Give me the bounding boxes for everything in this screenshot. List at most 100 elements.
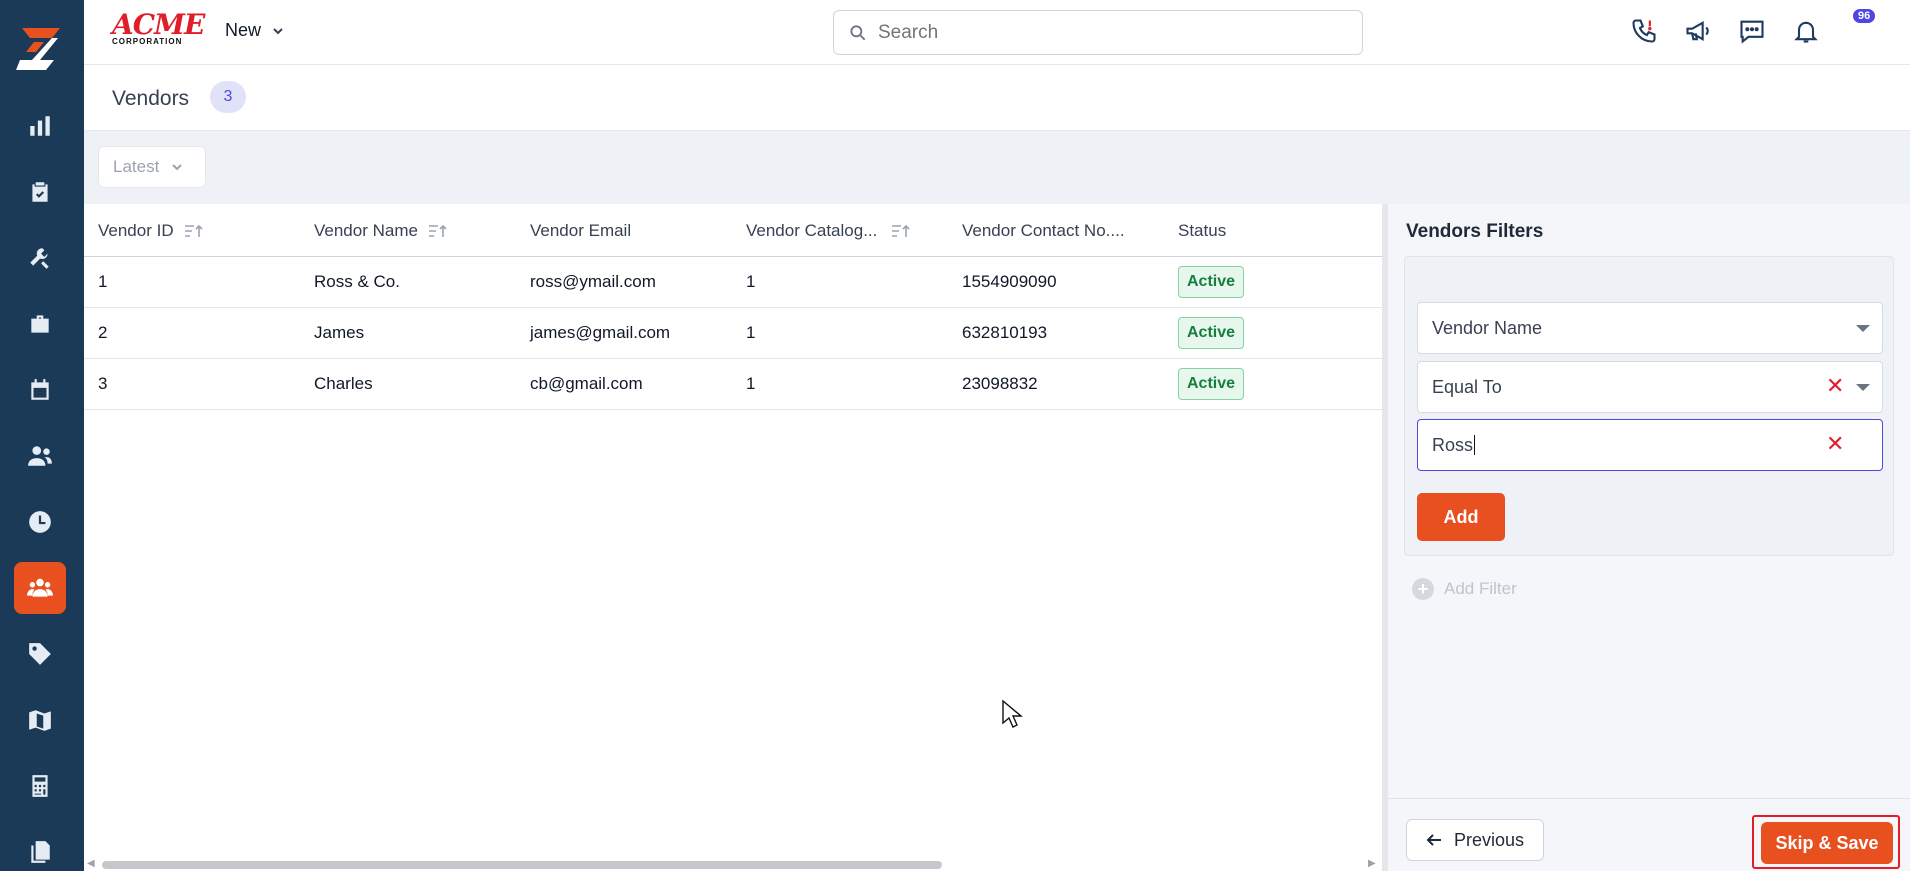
clear-operator-icon[interactable]: ✕: [1826, 373, 1844, 399]
page-title: Vendors: [112, 87, 190, 110]
column-header-vendor-name[interactable]: Vendor Name: [314, 221, 448, 241]
column-header-label: Vendor Email: [530, 221, 632, 240]
new-dropdown-button[interactable]: New: [225, 20, 285, 41]
add-filter-button[interactable]: + Add Filter: [1412, 578, 1517, 600]
tag-icon: [29, 643, 51, 665]
bar-chart-icon: [30, 116, 50, 136]
briefcase-icon: [31, 315, 49, 333]
company-logo-text: ACME: [112, 8, 205, 41]
chat-icon: [1740, 20, 1764, 44]
sort-icon[interactable]: [891, 223, 911, 239]
sidebar-item-jobs[interactable]: [14, 298, 66, 350]
horizontal-scrollbar[interactable]: ◀ ▶: [84, 856, 1382, 871]
vendor-email-cell: cb@gmail.com: [530, 374, 643, 393]
app-root: ACME CORPORATION New 96 Vendors 3: [0, 0, 1910, 871]
map-icon: [29, 710, 51, 731]
column-header-label: Vendor ID: [98, 221, 174, 240]
arrow-left-icon: [1426, 834, 1441, 846]
bell-icon: [1794, 21, 1818, 43]
status-badge: Active: [1178, 266, 1245, 298]
users-icon: [28, 446, 52, 466]
column-header-vendor-contact[interactable]: Vendor Contact No....: [962, 221, 1125, 241]
clock-icon: [29, 511, 51, 533]
vendor-catalog-cell: 1: [746, 374, 756, 393]
sidebar-item-vendors[interactable]: [14, 562, 66, 614]
column-header-vendor-email[interactable]: Vendor Email: [530, 221, 631, 241]
caret-down-icon: [1856, 325, 1870, 332]
vendor-name-cell: James: [314, 323, 365, 342]
table-header: Vendor ID Vendor Name Vendor Email Vendo…: [84, 204, 1382, 257]
clear-value-icon[interactable]: ✕: [1826, 431, 1844, 457]
vendor-catalog-cell: 1: [746, 323, 756, 342]
previous-button[interactable]: Previous: [1406, 819, 1544, 861]
vendor-email-cell: ross@ymail.com: [530, 272, 656, 291]
announcements-button[interactable]: [1681, 14, 1715, 48]
sort-dropdown[interactable]: Latest: [98, 146, 206, 188]
notifications-button[interactable]: [1789, 14, 1823, 48]
skip-save-highlight: Skip & Save: [1752, 815, 1900, 869]
chevron-down-icon: [172, 164, 183, 171]
plus-circle-icon: +: [1412, 578, 1434, 600]
add-button[interactable]: Add: [1417, 493, 1505, 541]
filters-title: Vendors Filters: [1406, 221, 1544, 242]
sidebar-item-map[interactable]: [14, 694, 66, 746]
sort-icon[interactable]: [184, 223, 204, 239]
vendor-count-badge: 3: [210, 81, 246, 113]
vendor-name-cell: Charles: [314, 374, 373, 393]
table-row[interactable]: 3 Charles cb@gmail.com 1 23098832 Active: [84, 359, 1382, 410]
filter-field-select[interactable]: Vendor Name: [1417, 302, 1883, 354]
status-badge: Active: [1178, 368, 1245, 400]
company-logo: ACME CORPORATION: [112, 8, 205, 50]
filter-value-input[interactable]: Ross ✕: [1417, 419, 1883, 471]
vendor-name-cell: Ross & Co.: [314, 272, 400, 291]
column-header-label: Vendor Name: [314, 221, 418, 240]
column-header-vendor-id[interactable]: Vendor ID: [98, 221, 204, 241]
sidebar-item-tasks[interactable]: [14, 166, 66, 218]
skip-and-save-button[interactable]: Skip & Save: [1761, 822, 1893, 864]
clipboard-check-icon: [32, 182, 48, 202]
column-header-vendor-catalog[interactable]: Vendor Catalog...: [746, 221, 911, 241]
vendor-id-cell: 2: [98, 323, 108, 342]
sidebar-item-calendar[interactable]: [14, 364, 66, 416]
wrench-screwdriver-icon: [30, 248, 49, 269]
sidebar-item-tools[interactable]: [14, 232, 66, 284]
mouse-cursor-icon: [1002, 699, 1023, 728]
vendor-id-cell: 1: [98, 272, 108, 291]
calculator-icon: [32, 775, 48, 797]
top-bar: ACME CORPORATION New 96: [84, 0, 1910, 65]
search-input[interactable]: [878, 21, 1338, 44]
sidebar-item-customers[interactable]: [14, 430, 66, 482]
column-header-status[interactable]: Status: [1178, 221, 1226, 241]
documents-icon: [31, 841, 50, 863]
scroll-right-arrow-icon[interactable]: ▶: [1368, 858, 1376, 869]
filter-value-text: Ross: [1432, 434, 1474, 455]
table-row[interactable]: 1 Ross & Co. ross@ymail.com 1 1554909090…: [84, 257, 1382, 308]
sidebar-item-timesheets[interactable]: [14, 496, 66, 548]
phone-icon: [1632, 19, 1656, 43]
search-bar[interactable]: [833, 10, 1363, 55]
sidebar-item-documents[interactable]: [14, 826, 66, 871]
megaphone-icon: [1686, 21, 1709, 41]
page-header: Vendors 3: [84, 65, 1910, 131]
scroll-left-arrow-icon[interactable]: ◀: [87, 858, 95, 869]
column-header-label: Vendor Contact No....: [962, 221, 1125, 240]
add-filter-label: Add Filter: [1444, 579, 1517, 598]
sidebar-item-pricebook[interactable]: [14, 628, 66, 680]
messages-button[interactable]: [1735, 14, 1769, 48]
text-caret: [1474, 435, 1476, 455]
sidebar-item-calculator[interactable]: [14, 760, 66, 812]
sort-icon[interactable]: [428, 223, 448, 239]
vendor-contact-cell: 1554909090: [962, 272, 1057, 291]
filter-operator-select[interactable]: Equal To ✕: [1417, 361, 1883, 413]
app-logo-icon[interactable]: [14, 20, 66, 76]
phone-call-button[interactable]: [1627, 14, 1661, 48]
vendor-contact-cell: 23098832: [962, 374, 1038, 393]
user-group-icon: [27, 578, 53, 597]
table-row[interactable]: 2 James james@gmail.com 1 632810193 Acti…: [84, 308, 1382, 359]
column-header-label: Status: [1178, 221, 1227, 240]
column-header-label: Vendor Catalog...: [746, 221, 878, 240]
search-icon: [850, 24, 866, 40]
sidebar-item-dashboard[interactable]: [14, 100, 66, 152]
scrollbar-thumb[interactable]: [102, 861, 942, 869]
sidebar: [0, 0, 84, 871]
